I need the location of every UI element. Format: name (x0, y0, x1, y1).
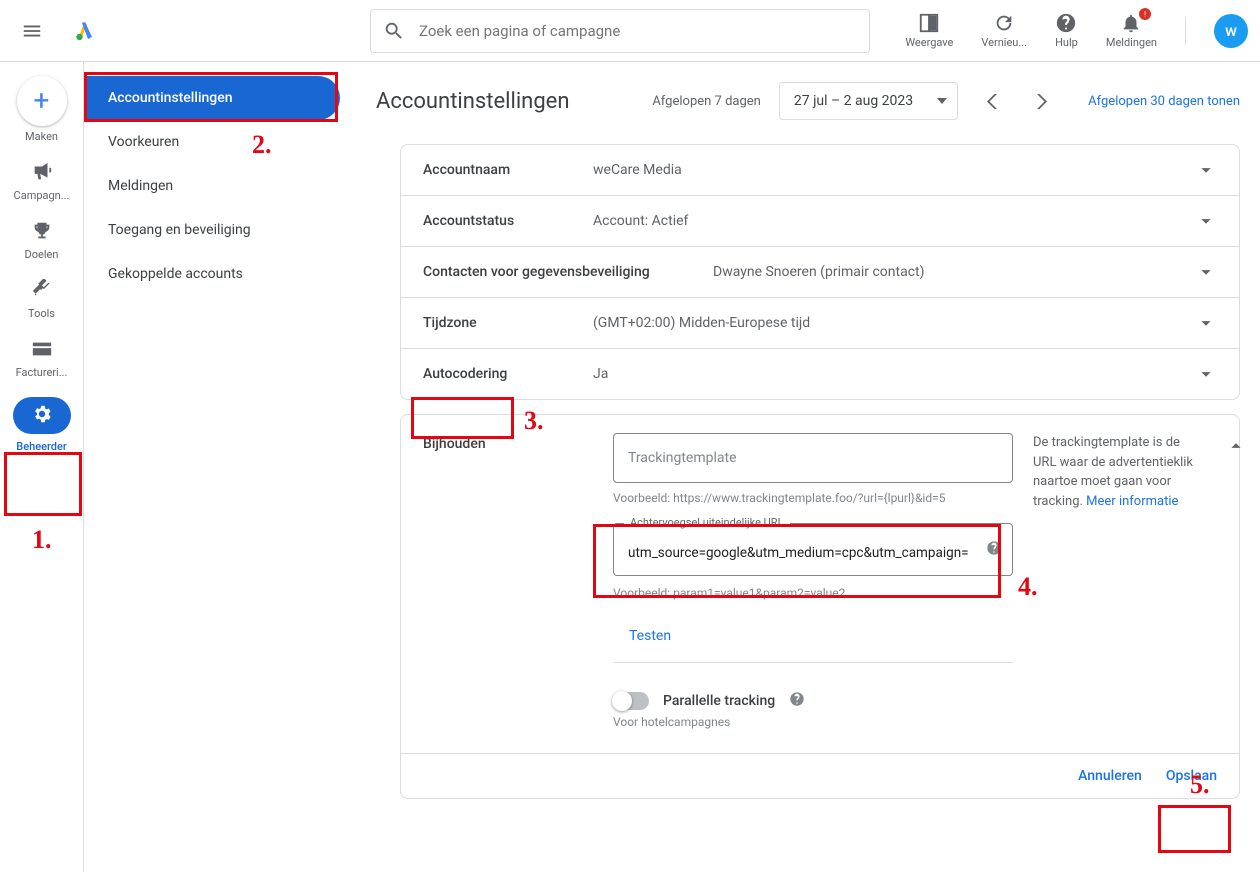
appearance-button[interactable]: Weergave (905, 12, 953, 49)
dropdown-icon (937, 98, 947, 104)
tracking-help-text: De trackingtemplate is de URL waar de ad… (1033, 433, 1205, 729)
tracking-section-label: Bijhouden (423, 436, 486, 452)
main-content: Accountinstellingen Afgelopen 7 dagen 27… (344, 62, 1260, 872)
create-fab[interactable]: + (17, 76, 67, 126)
goals-nav[interactable]: Doelen (0, 220, 83, 261)
chevron-down-icon (1195, 159, 1217, 181)
chevron-left-icon (987, 94, 997, 109)
date-range-preset-label: Afgelopen 7 dagen (652, 94, 761, 109)
parallel-tracking-label: Parallelle tracking (663, 693, 775, 709)
tools-nav[interactable]: Tools (0, 279, 83, 320)
appearance-icon (918, 12, 940, 34)
search-input[interactable] (419, 22, 857, 40)
tracking-card: Bijhouden Trackingtemplate Voorbeeld: ht… (400, 414, 1240, 799)
final-url-suffix-input-wrapper[interactable]: Achtervoegsel uiteindelijke URL (613, 523, 1013, 576)
page-title: Accountinstellingen (376, 89, 634, 114)
gear-icon (31, 403, 53, 425)
date-range-picker[interactable]: 27 jul – 2 aug 2023 (779, 82, 958, 120)
chevron-down-icon (1195, 312, 1217, 334)
save-button[interactable]: Opslaan (1166, 768, 1217, 784)
megaphone-icon (31, 161, 53, 183)
notifications-label: Meldingen (1106, 36, 1157, 49)
help-icon[interactable] (986, 540, 1002, 560)
plus-icon: + (34, 87, 50, 115)
prev-period-button[interactable] (976, 85, 1008, 117)
collapse-button[interactable] (1225, 433, 1247, 729)
refresh-icon (993, 12, 1015, 34)
tracking-template-input[interactable]: Trackingtemplate (613, 433, 1013, 483)
tools-icon (31, 279, 53, 301)
left-rail: + Maken Campagn... Doelen Tools Facturer… (0, 62, 84, 872)
final-url-suffix-label: Achtervoegsel uiteindelijke URL (624, 516, 790, 529)
campaigns-nav[interactable]: Campagn... (0, 161, 83, 202)
chevron-down-icon (1195, 261, 1217, 283)
search-icon (383, 20, 405, 42)
cancel-button[interactable]: Annuleren (1078, 768, 1142, 784)
header-divider (1185, 17, 1186, 45)
subnav-preferences[interactable]: Voorkeuren (84, 120, 340, 164)
google-ads-logo-icon (74, 19, 98, 43)
more-info-link[interactable]: Meer informatie (1086, 494, 1178, 509)
notification-badge: ! (1139, 8, 1151, 20)
row-account-status[interactable]: Accountstatus Account: Actief (401, 196, 1239, 247)
trophy-icon (31, 220, 53, 242)
tracking-template-example: Voorbeeld: https://www.trackingtemplate.… (613, 491, 1013, 505)
account-avatar[interactable]: w (1214, 14, 1248, 48)
parallel-tracking-toggle[interactable] (613, 692, 649, 710)
help-icon[interactable] (789, 691, 805, 711)
menu-icon[interactable] (12, 11, 52, 51)
subnav-account-settings[interactable]: Accountinstellingen (84, 76, 340, 120)
app-header: Weergave Vernieu... Hulp ! Meldingen w (0, 0, 1260, 62)
subnav-notifications[interactable]: Meldingen (84, 164, 340, 208)
search-input-wrapper[interactable] (370, 9, 870, 53)
final-url-suffix-example: Voorbeeld: param1=value1&param2=value2 (613, 586, 1013, 600)
billing-nav[interactable]: Factureri... (0, 338, 83, 379)
subnav-linked-accounts[interactable]: Gekoppelde accounts (84, 252, 340, 296)
help-label: Hulp (1055, 36, 1078, 49)
help-icon (1055, 12, 1077, 34)
card-icon (31, 338, 53, 360)
admin-subnav: Accountinstellingen Voorkeuren Meldingen… (84, 62, 344, 296)
refresh-label: Vernieu... (981, 36, 1027, 49)
final-url-suffix-input[interactable] (628, 545, 976, 561)
account-settings-card: Accountnaam weCare Media Accountstatus A… (400, 144, 1240, 400)
row-account-name[interactable]: Accountnaam weCare Media (401, 145, 1239, 196)
next-period-button[interactable] (1026, 85, 1058, 117)
appearance-label: Weergave (905, 36, 953, 49)
row-timezone[interactable]: Tijdzone (GMT+02:00) Midden-Europese tij… (401, 298, 1239, 349)
test-button[interactable]: Testen (613, 618, 671, 658)
create-button[interactable]: + Maken (0, 76, 83, 143)
row-autotagging[interactable]: Autocodering Ja (401, 349, 1239, 399)
parallel-tracking-subtext: Voor hotelcampagnes (613, 715, 1013, 729)
subnav-access-security[interactable]: Toegang en beveiliging (84, 208, 340, 252)
row-security-contacts[interactable]: Contacten voor gegevensbeveiliging Dwayn… (401, 247, 1239, 298)
compare-link[interactable]: Afgelopen 30 dagen tonen (1088, 94, 1240, 109)
chevron-up-icon (1225, 435, 1247, 457)
chevron-down-icon (1195, 363, 1217, 385)
admin-nav[interactable]: Beheerder (0, 397, 83, 453)
chevron-right-icon (1037, 94, 1047, 109)
notifications-button[interactable]: ! Meldingen (1106, 12, 1157, 49)
help-button[interactable]: Hulp (1055, 12, 1078, 49)
chevron-down-icon (1195, 210, 1217, 232)
refresh-button[interactable]: Vernieu... (981, 12, 1027, 49)
